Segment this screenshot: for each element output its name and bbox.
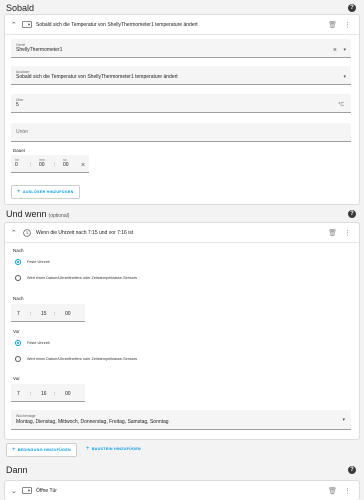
after-time-label: Nach (13, 296, 24, 301)
close-icon[interactable]: × (81, 155, 85, 172)
chevron-down-icon[interactable]: ▾ (342, 417, 345, 423)
after-hours[interactable]: 7 (17, 311, 20, 317)
add-block-button[interactable]: + BAUSTEIN HINZUFÜGEN (86, 446, 141, 452)
device-select[interactable]: Gerät ShellyThermometer1 × ▾ (11, 39, 351, 58)
radio-icon[interactable] (15, 275, 21, 281)
after-time-input[interactable]: 7 : 15 : 00 (11, 304, 85, 322)
trigger-card-header[interactable]: ⌃ Sobald sich die Temperatur von ShellyT… (5, 15, 359, 35)
duration-label: Dauer (13, 148, 26, 153)
trash-icon[interactable]: 🗑 (328, 21, 337, 29)
before-label: Vor (13, 329, 20, 334)
trigger-card-title: Sobald sich die Temperatur von ShellyThe… (36, 21, 198, 28)
above-input[interactable]: Über 5 °C (11, 94, 351, 113)
duration-seconds[interactable]: 00 (63, 162, 69, 168)
action-card: ⌄ Öffne Tür 🗑 ⋮ (4, 480, 360, 500)
add-trigger-button[interactable]: + AUSLÖSER HINZUFÜGEN (11, 185, 80, 199)
then-section-title: Dann (6, 465, 28, 475)
duration-hours[interactable]: 0 (15, 162, 18, 168)
then-section-header: Dann ? (6, 464, 356, 476)
trigger-type-select[interactable]: Auslöser Sobald sich die Temperatur von … (11, 66, 351, 85)
condition-card-title: Wenn die Uhrzeit nach 7:15 und vor 7:16 … (36, 229, 134, 236)
trigger-type-value: Sobald sich die Temperatur von ShellyThe… (16, 74, 178, 80)
help-icon[interactable]: ? (348, 4, 356, 12)
radio-selected-icon[interactable] (15, 340, 21, 346)
clock-icon (22, 228, 32, 237)
before-minutes[interactable]: 16 (41, 391, 47, 397)
condition-card: ⌃ Wenn die Uhrzeit nach 7:15 und vor 7:1… (4, 222, 360, 440)
chevron-up-icon[interactable]: ⌃ (11, 21, 19, 29)
plus-icon: + (17, 189, 21, 195)
chevron-up-icon[interactable]: ⌃ (11, 229, 19, 237)
chevron-down-icon[interactable]: ▾ (343, 47, 346, 53)
kebab-menu-icon[interactable]: ⋮ (344, 21, 351, 29)
trigger-card: ⌃ Sobald sich die Temperatur von ShellyT… (4, 14, 360, 205)
weekday-label: Wochentage (16, 414, 36, 418)
before-time-input[interactable]: 7 : 16 : 00 (11, 384, 85, 402)
kebab-menu-icon[interactable]: ⋮ (344, 487, 351, 495)
close-icon[interactable]: × (333, 47, 337, 54)
when-section-header: Sobald ? (6, 2, 356, 14)
help-icon[interactable]: ? (348, 210, 356, 218)
before-option-fixed[interactable]: Feste Uhrzeit (15, 340, 50, 346)
above-value: 5 (16, 102, 19, 108)
device-icon (22, 20, 32, 29)
when-section-title: Sobald (6, 3, 35, 13)
duration-minutes[interactable]: 00 (39, 162, 45, 168)
add-condition-button[interactable]: + BEDINGUNG HINZUFÜGEN (6, 443, 77, 457)
before-hours[interactable]: 7 (17, 391, 20, 397)
before-seconds[interactable]: 00 (65, 391, 71, 397)
below-input[interactable]: Unter (11, 123, 351, 142)
and-if-section-title: Und wenn (optional) (6, 209, 70, 219)
plus-icon: + (12, 447, 16, 453)
kebab-menu-icon[interactable]: ⋮ (344, 229, 351, 237)
after-minutes[interactable]: 15 (41, 311, 47, 317)
after-seconds[interactable]: 00 (65, 311, 71, 317)
plus-icon: + (86, 446, 90, 452)
help-icon[interactable]: ? (348, 466, 356, 474)
condition-card-header[interactable]: ⌃ Wenn die Uhrzeit nach 7:15 und vor 7:1… (5, 223, 359, 243)
before-time-label: Vor (13, 376, 20, 381)
before-option-entity[interactable]: Wert eines Datum/Uhrzeithelfers oder Zei… (15, 356, 137, 362)
above-unit: °C (338, 102, 344, 108)
weekday-value: Montag, Dienstag, Mittwoch, Donnerstag, … (16, 419, 169, 425)
action-card-header[interactable]: ⌄ Öffne Tür 🗑 ⋮ (5, 481, 359, 500)
trash-icon[interactable]: 🗑 (328, 229, 337, 237)
below-label: Unter (16, 129, 29, 135)
after-option-fixed[interactable]: Feste Uhrzeit (15, 259, 50, 265)
device-icon (22, 487, 32, 495)
chevron-down-icon[interactable]: ⌄ (11, 487, 19, 495)
weekday-select[interactable]: Wochentage Montag, Dienstag, Mittwoch, D… (11, 410, 351, 430)
duration-input[interactable]: hh 0 : mm 00 : ss 00 × (11, 155, 89, 173)
after-label: Nach (13, 248, 24, 253)
radio-selected-icon[interactable] (15, 259, 21, 265)
and-if-section-header: Und wenn (optional) ? (6, 208, 356, 220)
chevron-down-icon[interactable]: ▾ (343, 74, 346, 80)
trash-icon[interactable]: 🗑 (328, 487, 337, 495)
after-option-entity[interactable]: Wert eines Datum/Uhrzeithelfers oder Zei… (15, 275, 137, 281)
action-card-title: Öffne Tür (36, 488, 57, 494)
radio-icon[interactable] (15, 356, 21, 362)
device-value: ShellyThermometer1 (16, 47, 63, 53)
